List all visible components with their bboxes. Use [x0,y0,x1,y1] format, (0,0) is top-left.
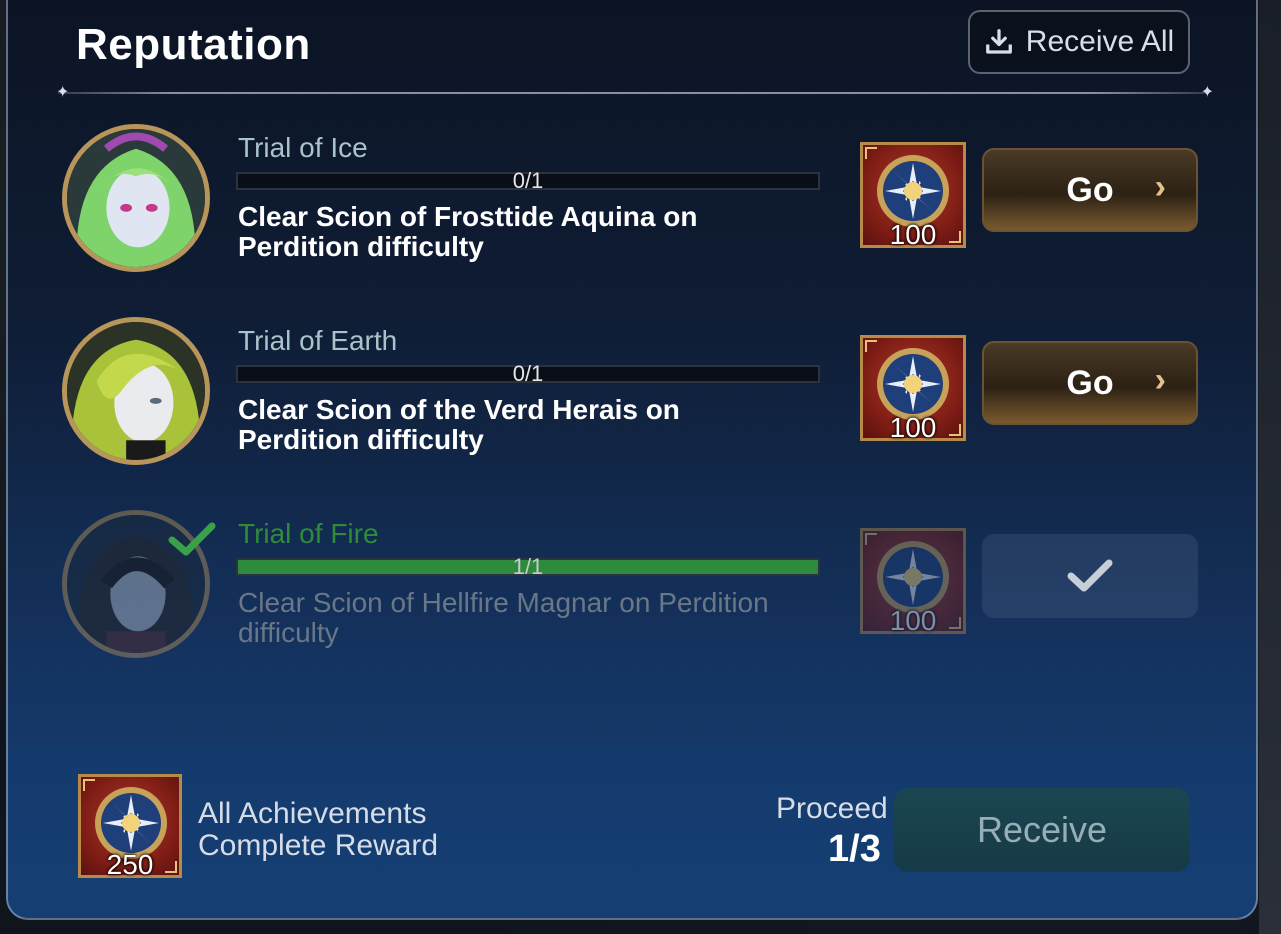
achievement-description: Clear Scion of the Verd Herais on Perdit… [238,394,680,455]
receive-all-label: Receive All [1025,25,1175,58]
progress-bar: 0/1 [236,168,820,193]
portrait-icon [67,129,205,267]
achievement-description: Clear Scion of Frosttide Aquina on Perdi… [238,201,698,262]
go-button[interactable]: Go › [982,148,1198,232]
background-side-strip [1259,0,1281,934]
reward-quantity: 100 [889,219,937,250]
achievement-row-earth: Trial of Earth 0/1 Clear Scion of the Ve… [8,317,1256,487]
achievement-row-ice: Trial of Ice 0/1 Clear Scion of Frosttid… [8,124,1256,294]
page-title: Reputation [76,20,311,69]
go-button-label: Go [1066,363,1114,402]
go-button[interactable]: Go › [982,341,1198,425]
reward-item: 100 [860,528,966,636]
progress-text: 0/1 [512,361,544,386]
achievement-name: Trial of Fire [238,518,379,549]
reward-item[interactable]: 100 [860,335,966,443]
progress-bar: 1/1 [236,554,820,579]
all-complete-reward-item[interactable]: 250 [78,774,182,880]
receive-button-label: Receive [976,809,1108,850]
reward-quantity: 100 [889,605,937,636]
header-divider: ✦ ✦ [56,85,1214,101]
completed-button [982,534,1198,618]
proceed-value: 1/3 [828,828,881,870]
reward-item[interactable]: 100 [860,142,966,250]
chevron-right-icon: › [1154,361,1166,399]
sparkle-icon: ✦ [1200,84,1214,101]
all-complete-reward-label: All Achievements Complete Reward [198,797,439,862]
sparkle-icon: ✦ [56,84,70,101]
portrait-icon [67,322,205,460]
reward-quantity: 100 [889,412,937,443]
progress-text: 0/1 [512,168,544,193]
achievement-name: Trial of Ice [238,132,368,163]
receive-button[interactable]: Receive [894,788,1190,872]
checkmark-icon [1067,559,1113,592]
download-tray-icon [985,29,1012,54]
progress-text: 1/1 [512,554,544,579]
avatar-ice [62,124,210,272]
go-button-label: Go [1066,170,1114,209]
reward-quantity: 250 [106,849,154,880]
achievement-description: Clear Scion of Hellfire Magnar on Perdit… [238,587,769,648]
achievement-name: Trial of Earth [238,325,398,356]
receive-all-button[interactable]: Receive All [968,10,1190,74]
progress-bar: 0/1 [236,361,820,386]
footer-bar: 250 All Achievements Complete Reward Pro… [8,746,1256,918]
chevron-right-icon: › [1154,168,1166,206]
reputation-panel: Reputation Receive All ✦ ✦ Trial of Ice [6,0,1258,920]
checkmark-icon [168,522,216,556]
achievement-row-fire: Trial of Fire 1/1 Clear Scion of Hellfir… [8,510,1256,680]
proceed-label: Proceed [776,792,888,825]
avatar-earth [62,317,210,465]
